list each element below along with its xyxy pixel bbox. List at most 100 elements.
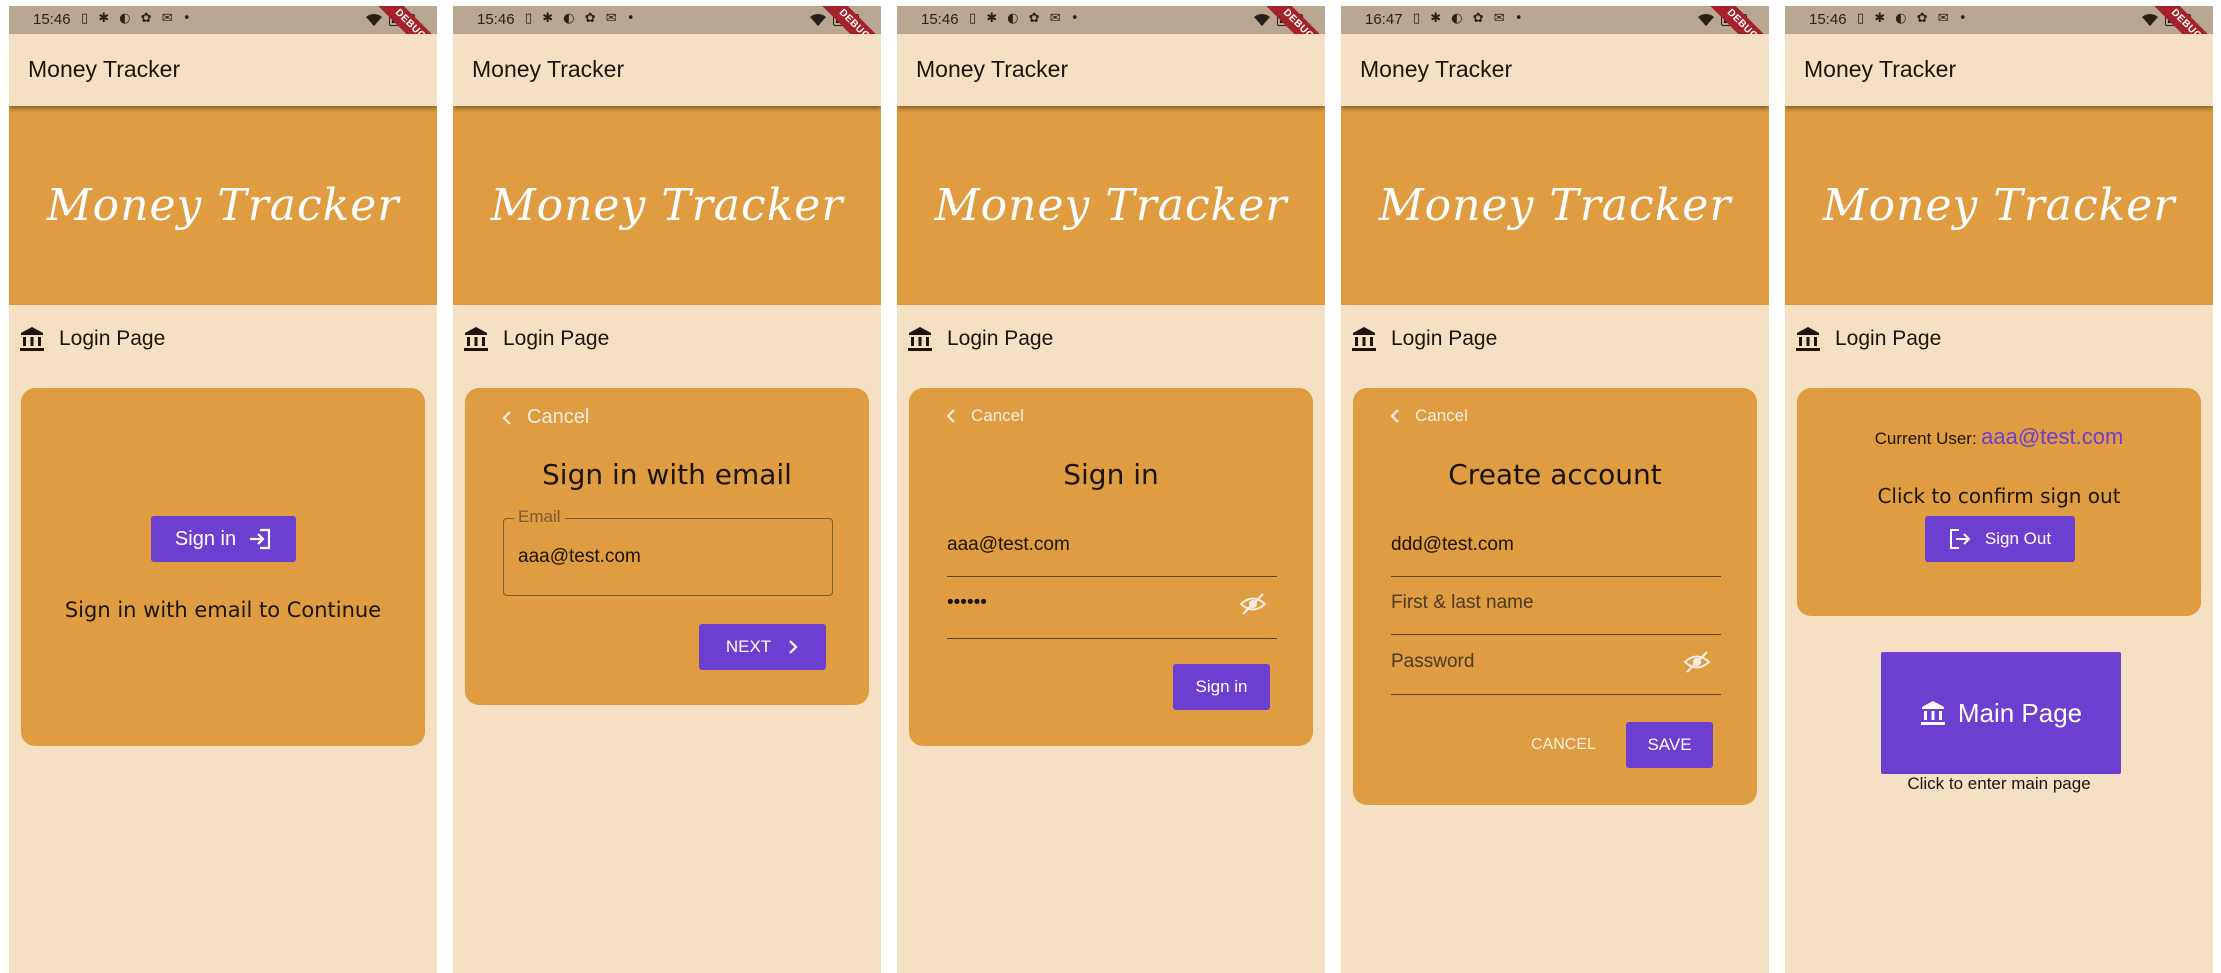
main-page-button[interactable]: Main Page	[1881, 652, 2121, 774]
status-bar: 15:46 ▯ ✱ ◐ ✿ ✉ •	[453, 6, 881, 34]
chevron-right-icon	[789, 640, 798, 654]
email-field[interactable]: aaa@test.com	[947, 534, 1070, 556]
sign-in-submit-button[interactable]: Sign in	[1173, 664, 1270, 710]
status-time: 15:46	[1809, 11, 1847, 28]
status-bar: 15:46 ▯ ✱ ◐ ✿ ✉ •	[9, 6, 437, 34]
cancel-link[interactable]: Cancel	[945, 406, 1024, 426]
bank-icon	[1352, 327, 1376, 351]
email-heading: Sign in with email	[542, 458, 792, 491]
cancel-label: Cancel	[1415, 406, 1468, 425]
app-bar: Money Tracker	[9, 34, 437, 106]
wifi-icon	[810, 13, 826, 26]
bank-icon	[1920, 701, 1945, 725]
email-field[interactable]: ddd@test.com	[1391, 534, 1514, 556]
sign-out-button[interactable]: Sign Out	[1925, 516, 2075, 562]
hero-title: Money Tracker	[46, 180, 400, 231]
wifi-icon	[366, 13, 382, 26]
status-time: 15:46	[921, 11, 959, 28]
visibility-off-icon[interactable]	[1239, 592, 1267, 616]
screen-create-account: 16:47 ▯ ✱ ◐ ✿ ✉ • DEBUG Money Tracker Mo…	[1341, 6, 1769, 973]
main-page-caption: Click to enter main page	[1907, 774, 2091, 793]
status-icons: ▯ ✱ ◐ ✿ ✉ •	[969, 11, 1082, 26]
password-field[interactable]: ••••••	[947, 592, 987, 614]
email-field-underline	[1391, 576, 1721, 577]
status-icons: ▯ ✱ ◐ ✿ ✉ •	[81, 11, 194, 26]
visibility-off-icon[interactable]	[1683, 650, 1711, 674]
app-title: Money Tracker	[916, 56, 1069, 82]
app-bar: Money Tracker	[897, 34, 1325, 106]
sign-in-heading: Sign in	[1063, 458, 1159, 491]
create-account-card: Cancel Create account ddd@test.com First…	[1353, 388, 1757, 805]
user-card: Current User: aaa@test.com Click to conf…	[1797, 388, 2201, 616]
cancel-link[interactable]: Cancel	[501, 406, 589, 429]
page-label: Login Page	[947, 327, 1054, 350]
sign-out-label: Sign Out	[1984, 529, 2052, 548]
sign-in-submit-label: Sign in	[1195, 677, 1248, 696]
bank-icon	[1796, 327, 1820, 351]
confirm-sign-out-text: Click to confirm sign out	[1877, 484, 2121, 508]
screen-signed-in: 15:46 ▯ ✱ ◐ ✿ ✉ • DEBUG Money Tracker Mo…	[1785, 6, 2213, 973]
sign-in-button[interactable]: Sign in	[151, 516, 296, 562]
save-button[interactable]: SAVE	[1626, 722, 1713, 768]
page-label: Login Page	[503, 327, 610, 350]
chevron-left-icon	[946, 409, 955, 423]
app-bar: Money Tracker	[453, 34, 881, 106]
hero-title: Money Tracker	[934, 180, 1288, 231]
main-page-label: Main Page	[1957, 697, 2083, 728]
chevron-left-icon	[502, 410, 511, 425]
app-title: Money Tracker	[28, 56, 181, 82]
email-field-underline	[947, 576, 1277, 577]
status-icons: ▯ ✱ ◐ ✿ ✉ •	[525, 11, 638, 26]
login-icon	[250, 528, 271, 550]
status-time: 15:46	[477, 11, 515, 28]
sign-in-button-label: Sign in	[174, 527, 237, 550]
status-time: 15:46	[33, 11, 71, 28]
next-button[interactable]: NEXT	[699, 624, 826, 670]
hero-title: Money Tracker	[490, 180, 844, 231]
next-button-label: NEXT	[725, 637, 772, 656]
page-header: Login Page	[463, 322, 609, 356]
name-field[interactable]: First & last name	[1391, 592, 1534, 614]
hero-banner: Money Tracker	[1341, 106, 1769, 305]
app-bar: Money Tracker	[1341, 34, 1769, 106]
cancel-link[interactable]: Cancel	[1389, 406, 1468, 426]
sign-in-subtitle: Sign in with email to Continue	[64, 598, 382, 622]
hero-title: Money Tracker	[1822, 180, 2176, 231]
status-icons: ▯ ✱ ◐ ✿ ✉ •	[1857, 11, 1970, 26]
current-user-label: Current User:	[1874, 429, 1977, 448]
status-time: 16:47	[1365, 11, 1403, 28]
app-title: Money Tracker	[1360, 56, 1513, 82]
app-title: Money Tracker	[472, 56, 625, 82]
bank-icon	[464, 327, 488, 351]
email-input-value: aaa@test.com	[518, 546, 641, 567]
logout-icon	[1949, 529, 1971, 549]
current-user-email: aaa@test.com	[1981, 424, 2124, 449]
chevron-left-icon	[1390, 409, 1399, 423]
status-icons: ▯ ✱ ◐ ✿ ✉ •	[1413, 11, 1526, 26]
current-user-row: Current User: aaa@test.com	[1797, 424, 2201, 450]
email-input[interactable]: Email aaa@test.com	[503, 507, 833, 596]
cancel-button[interactable]: CANCEL	[1531, 736, 1596, 754]
page-label: Login Page	[59, 327, 166, 350]
create-account-heading: Create account	[1448, 458, 1662, 491]
password-field-underline	[947, 638, 1277, 639]
email-card: Cancel Sign in with email Email aaa@test…	[465, 388, 869, 705]
app-bar: Money Tracker	[1785, 34, 2213, 106]
wifi-icon	[1254, 13, 1270, 26]
bank-icon	[20, 327, 44, 351]
hero-banner: Money Tracker	[1785, 106, 2213, 305]
page-header: Login Page	[907, 322, 1053, 356]
save-button-label: SAVE	[1647, 735, 1692, 754]
page-header: Login Page	[1795, 322, 1941, 356]
hero-banner: Money Tracker	[9, 106, 437, 305]
screen-sign-in-start: 15:46 ▯ ✱ ◐ ✿ ✉ • DEBUG Money Tracker Mo…	[9, 6, 437, 973]
cancel-label: Cancel	[971, 406, 1024, 425]
screen-password-entry: 15:46 ▯ ✱ ◐ ✿ ✉ • DEBUG Money Tracker Mo…	[897, 6, 1325, 973]
status-bar: 15:46 ▯ ✱ ◐ ✿ ✉ •	[897, 6, 1325, 34]
password-field[interactable]: Password	[1391, 651, 1474, 673]
name-field-underline	[1391, 634, 1721, 635]
page-header: Login Page	[19, 322, 165, 356]
status-bar: 15:46 ▯ ✱ ◐ ✿ ✉ •	[1785, 6, 2213, 34]
hero-title: Money Tracker	[1378, 180, 1732, 231]
page-label: Login Page	[1835, 327, 1942, 350]
